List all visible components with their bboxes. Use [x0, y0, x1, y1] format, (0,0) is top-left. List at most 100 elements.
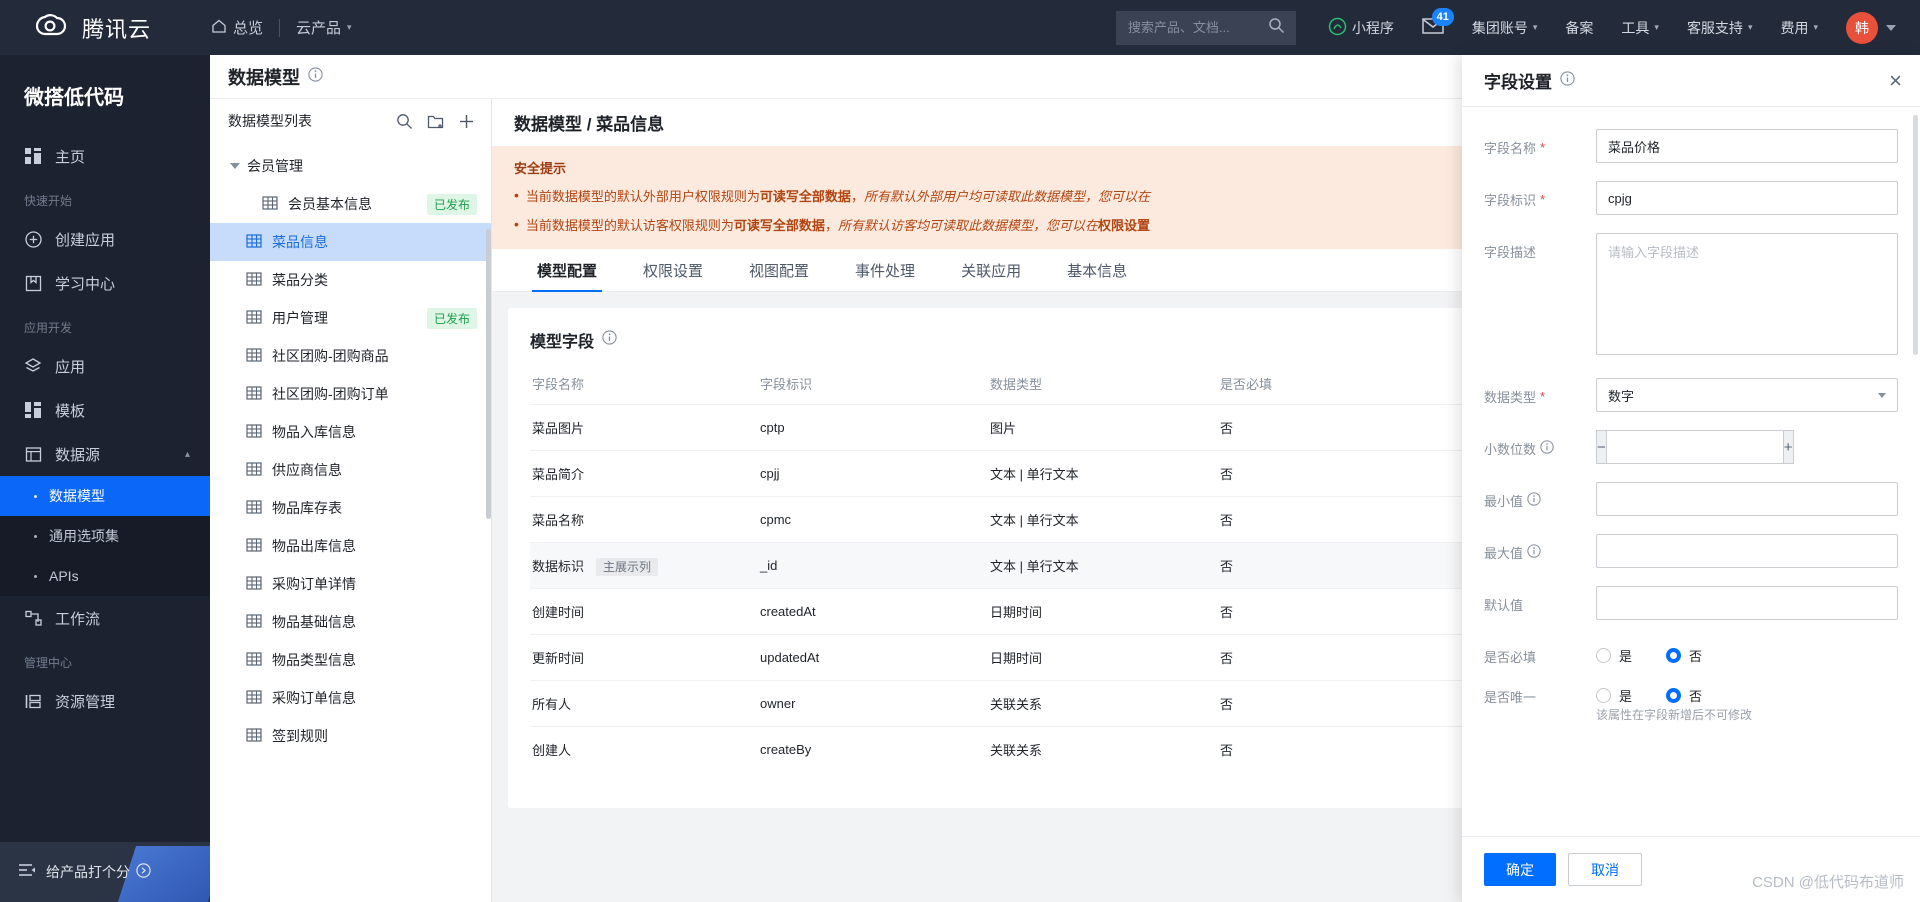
tab-item[interactable]: 事件处理 — [832, 249, 938, 292]
sidebar-item-templates[interactable]: 模板 — [0, 388, 210, 432]
data-type-row: 数据类型 * 数字 — [1484, 378, 1898, 412]
min-value-input[interactable] — [1596, 482, 1898, 516]
tree-item-label: 采购订单详情 — [272, 576, 356, 592]
cell-field-id: cptp — [760, 404, 990, 451]
permission-settings-link[interactable]: 权限设置 — [1098, 218, 1150, 233]
data-type-label: 数据类型 — [1484, 390, 1537, 405]
topbar-tools[interactable]: 工具 ▾ — [1607, 0, 1673, 55]
tree-item-model[interactable]: 菜品信息 — [210, 223, 491, 261]
sidebar-item-create-app[interactable]: 创建应用 — [0, 217, 210, 261]
info-icon[interactable] — [1527, 492, 1541, 509]
cancel-button[interactable]: 取消 — [1568, 853, 1642, 886]
sidebar-item-apps[interactable]: 应用 — [0, 344, 210, 388]
sidebar-item-option-sets[interactable]: 通用选项集 — [0, 516, 210, 556]
default-value-input[interactable] — [1596, 586, 1898, 620]
topbar-messages[interactable]: 41 — [1408, 0, 1458, 55]
table-icon — [246, 727, 262, 746]
collapse-icon[interactable] — [18, 862, 36, 883]
tab-item[interactable]: 权限设置 — [620, 249, 726, 292]
table-icon — [246, 347, 262, 366]
topbar-group-account[interactable]: 集团账号 ▾ — [1458, 0, 1552, 55]
tree-item-model[interactable]: 社区团购-团购商品 — [210, 337, 491, 375]
field-name-input[interactable] — [1596, 129, 1898, 163]
user-menu[interactable]: 韩 — [1832, 11, 1896, 44]
cell-data-type: 日期时间 — [990, 634, 1220, 681]
tab-item[interactable]: 视图配置 — [726, 249, 832, 292]
tree-item-model[interactable]: 社区团购-团购订单 — [210, 375, 491, 413]
tab-item[interactable]: 基本信息 — [1044, 249, 1150, 292]
plus-circle-icon — [24, 230, 42, 248]
topbar-support[interactable]: 客服支持 ▾ — [1673, 0, 1767, 55]
topnav-cloud-products[interactable]: 云产品 ▾ — [280, 0, 368, 55]
close-icon[interactable]: × — [1889, 69, 1902, 92]
sidebar-item-learning-center-label: 学习中心 — [55, 275, 116, 293]
topbar-miniprogram[interactable]: 小程序 — [1314, 0, 1408, 55]
tab-active[interactable]: 模型配置 — [514, 249, 620, 292]
tree-item-model[interactable]: 供应商信息 — [210, 451, 491, 489]
search-icon[interactable] — [396, 113, 413, 130]
plus-icon[interactable]: + — [1783, 430, 1794, 464]
sidebar-item-apis[interactable]: APIs — [0, 556, 210, 596]
sidebar-item-datasource[interactable]: 数据源 ▴ — [0, 432, 210, 476]
drawer-scrollbar[interactable] — [1913, 115, 1918, 355]
data-type-select[interactable]: 数字 — [1596, 378, 1898, 412]
minus-icon[interactable]: − — [1596, 430, 1606, 464]
database-icon — [24, 445, 42, 463]
tree-item-model[interactable]: 会员基本信息 已发布 — [210, 185, 491, 223]
field-name-label-wrap: 字段名称 * — [1484, 129, 1596, 157]
tree-item-model[interactable]: 采购订单详情 — [210, 565, 491, 603]
topnav-overview[interactable]: 总览 — [195, 0, 279, 55]
decimal-places-input[interactable] — [1605, 430, 1784, 464]
info-icon[interactable] — [1540, 440, 1554, 457]
field-id-input[interactable] — [1596, 181, 1898, 215]
tree-item-model[interactable]: 签到规则 — [210, 717, 491, 755]
field-desc-textarea[interactable] — [1596, 233, 1898, 355]
unique-radio-no[interactable]: 否 — [1666, 686, 1702, 705]
bullet-icon — [34, 494, 37, 498]
min-value-row: 最小值 — [1484, 482, 1898, 516]
tree-item-model[interactable]: 物品入库信息 — [210, 413, 491, 451]
sidebar-item-resource-management[interactable]: 资源管理 — [0, 679, 210, 723]
cell-data-type: 关联关系 — [990, 680, 1220, 727]
resource-icon — [24, 692, 42, 710]
search-input[interactable] — [1127, 20, 1268, 35]
tree-item-model[interactable]: 物品库存表 — [210, 489, 491, 527]
cell-field-name: 更新时间 — [530, 634, 760, 681]
tab-item[interactable]: 关联应用 — [938, 249, 1044, 292]
sidebar-item-workflow[interactable]: 工作流 — [0, 596, 210, 640]
info-icon[interactable] — [602, 330, 617, 350]
topbar-beian[interactable]: 备案 — [1551, 0, 1607, 55]
required-radio-no[interactable]: 否 — [1666, 646, 1702, 665]
global-search[interactable] — [1115, 10, 1296, 45]
search-icon[interactable] — [1268, 17, 1285, 39]
new-folder-icon[interactable] — [427, 113, 444, 130]
plus-icon[interactable] — [458, 113, 475, 130]
tree-item-model[interactable]: 物品类型信息 — [210, 641, 491, 679]
brand-logo[interactable]: 腾讯云 — [0, 12, 151, 44]
tree-item-model[interactable]: 菜品分类 — [210, 261, 491, 299]
sidebar-footer[interactable]: 给产品打个分 — [0, 842, 210, 902]
sidebar-item-learning-center[interactable]: 学习中心 — [0, 261, 210, 305]
tree-group-member-management[interactable]: 会员管理 — [210, 147, 491, 185]
tree-item-model[interactable]: 用户管理 已发布 — [210, 299, 491, 337]
tree-item-model[interactable]: 物品出库信息 — [210, 527, 491, 565]
confirm-button[interactable]: 确定 — [1484, 853, 1556, 886]
info-icon[interactable] — [1527, 544, 1541, 561]
max-value-input[interactable] — [1596, 534, 1898, 568]
max-value-label: 最大值 — [1484, 546, 1524, 561]
unique-radio-yes[interactable]: 是 — [1596, 686, 1632, 705]
left-sidebar: 微搭低代码 主页 快速开始 创建应用 学习中心 应用开发 应用 模板 数据源 ▴… — [0, 55, 210, 902]
info-icon[interactable] — [308, 66, 323, 87]
sidebar-item-data-model-label: 数据模型 — [49, 488, 105, 504]
info-icon[interactable] — [1560, 70, 1575, 91]
rate-product-button[interactable]: 给产品打个分 — [46, 862, 151, 882]
topbar-billing[interactable]: 费用 ▾ — [1766, 0, 1832, 55]
model-list-scrollbar[interactable] — [486, 229, 491, 519]
sidebar-item-data-model[interactable]: 数据模型 — [0, 476, 210, 516]
tree-item-model[interactable]: 采购订单信息 — [210, 679, 491, 717]
required-radio-yes[interactable]: 是 — [1596, 646, 1632, 665]
sidebar-item-home[interactable]: 主页 — [0, 134, 210, 178]
chevron-up-icon[interactable]: ▴ — [185, 449, 190, 460]
bullet-icon: • — [514, 215, 519, 232]
tree-item-model[interactable]: 物品基础信息 — [210, 603, 491, 641]
